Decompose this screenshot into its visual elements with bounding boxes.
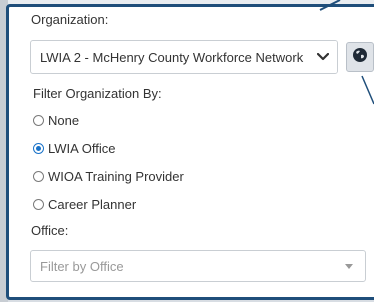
- globe-button[interactable]: [346, 42, 374, 72]
- radio-career-planner[interactable]: [33, 199, 44, 210]
- globe-icon: [352, 47, 368, 68]
- radio-option-career-planner[interactable]: Career Planner: [33, 197, 136, 212]
- radio-none[interactable]: [33, 115, 44, 126]
- radio-career-planner-label: Career Planner: [48, 197, 137, 212]
- page: Organization: LWIA 2 - McHenry County Wo…: [0, 0, 374, 302]
- organization-select[interactable]: LWIA 2 - McHenry County Workforce Networ…: [30, 40, 338, 74]
- callout-arrow-globe: [361, 75, 374, 105]
- office-select[interactable]: Filter by Office: [30, 250, 366, 282]
- organization-selected-value: LWIA 2 - McHenry County Workforce Networ…: [40, 49, 304, 65]
- callout-arrow-top: [319, 0, 341, 11]
- radio-option-none[interactable]: None: [33, 113, 79, 128]
- radio-lwia-office-label: LWIA Office: [48, 141, 116, 156]
- radio-none-label: None: [48, 113, 80, 128]
- office-placeholder: Filter by Office: [40, 258, 124, 274]
- filter-organization-label: Filter Organization By:: [33, 86, 162, 101]
- radio-wioa-training-provider-label: WIOA Training Provider: [48, 169, 184, 184]
- chevron-down-icon[interactable]: [309, 41, 337, 73]
- caret-down-icon: [345, 263, 353, 269]
- radio-option-wioa-training-provider[interactable]: WIOA Training Provider: [33, 169, 184, 184]
- organization-label: Organization:: [31, 12, 109, 27]
- radio-wioa-training-provider[interactable]: [33, 171, 44, 182]
- office-label: Office:: [31, 223, 69, 238]
- radio-lwia-office[interactable]: [33, 143, 44, 154]
- radio-option-lwia-office[interactable]: LWIA Office: [33, 141, 115, 156]
